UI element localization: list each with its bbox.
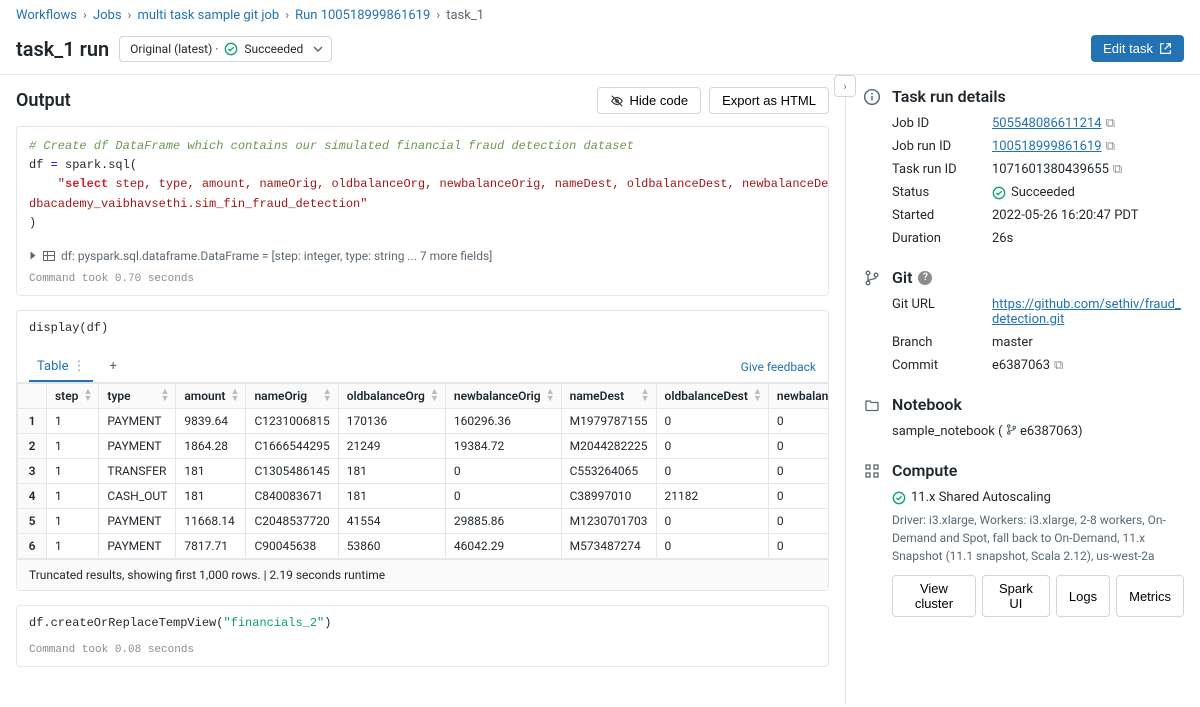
spark-ui-button[interactable]: Spark UI: [982, 575, 1050, 617]
command-time: Command took 0.70 seconds: [17, 269, 828, 295]
truncated-note: Truncated results, showing first 1,000 r…: [17, 559, 828, 590]
column-header[interactable]: nameDest▲▼: [561, 383, 656, 408]
column-header[interactable]: amount▲▼: [176, 383, 246, 408]
started-value: 2022-05-26 16:20:47 PDT: [992, 208, 1184, 223]
column-header[interactable]: type▲▼: [99, 383, 176, 408]
breadcrumb-link[interactable]: Jobs: [93, 8, 122, 23]
git-url-link[interactable]: https://github.com/sethiv/fraud_detectio…: [992, 297, 1181, 327]
git-branch-icon: [862, 270, 882, 286]
code-block: display(df): [17, 311, 828, 345]
version-status: Succeeded: [244, 42, 303, 56]
external-link-icon: [1159, 42, 1172, 55]
table-row[interactable]: 51PAYMENT11668.14C20485377204155429885.8…: [18, 508, 829, 533]
table-row[interactable]: 31TRANSFER181C13054861451810C55326406500: [18, 458, 829, 483]
help-icon[interactable]: ?: [918, 271, 932, 285]
success-icon: [892, 491, 906, 505]
command-time: Command took 0.08 seconds: [17, 640, 828, 666]
copy-icon[interactable]: ⧉: [1106, 139, 1115, 154]
notebook-cell: df.createOrReplaceTempView("financials_2…: [16, 605, 829, 667]
column-header[interactable]: oldbalanceOrg▲▼: [338, 383, 445, 408]
copy-icon[interactable]: ⧉: [1054, 358, 1063, 373]
tab-add[interactable]: +: [101, 353, 124, 382]
details-panel: › Task run details Job ID505548086611214…: [845, 75, 1200, 705]
eye-off-icon: [610, 94, 624, 108]
notebook-cell: # Create df DataFrame which contains our…: [16, 126, 829, 296]
metrics-button[interactable]: Metrics: [1116, 575, 1184, 617]
section-title: Task run details: [892, 87, 1006, 106]
table-row[interactable]: 21PAYMENT1864.28C16665442952124919384.72…: [18, 433, 829, 458]
section-title: Git?: [892, 268, 932, 287]
duration-value: 26s: [992, 231, 1184, 246]
breadcrumb-link[interactable]: Run 100518999861619: [295, 8, 430, 23]
cluster-name: 11.x Shared Autoscaling: [862, 490, 1051, 505]
breadcrumb: Workflows› Jobs› multi task sample git j…: [0, 0, 1200, 31]
notebook-name: sample_notebook ( e6387063): [862, 424, 1184, 439]
column-header[interactable]: [18, 383, 47, 408]
page-header: task_1 run Original (latest) · Succeeded…: [0, 31, 1200, 74]
output-title: Output: [16, 90, 71, 111]
status-value: Succeeded: [992, 185, 1184, 200]
git-branch-icon: [1006, 424, 1017, 435]
section-title: Compute: [892, 461, 957, 480]
info-icon: [862, 88, 882, 106]
hide-code-button[interactable]: Hide code: [597, 87, 702, 114]
copy-icon[interactable]: ⧉: [1106, 116, 1115, 131]
git-commit: e6387063⧉: [992, 358, 1184, 373]
column-header[interactable]: step▲▼: [47, 383, 99, 408]
success-icon: [224, 42, 238, 56]
code-block: df.createOrReplaceTempView("financials_2…: [17, 606, 828, 640]
folder-icon: [862, 397, 882, 413]
table-row[interactable]: 11PAYMENT9839.64C1231006815170136160296.…: [18, 408, 829, 433]
breadcrumb-link[interactable]: multi task sample git job: [137, 8, 279, 23]
compute-icon: [862, 463, 882, 479]
logs-button[interactable]: Logs: [1056, 575, 1110, 617]
edit-task-button[interactable]: Edit task: [1091, 35, 1184, 62]
collapse-panel-button[interactable]: ›: [834, 75, 856, 97]
table-row[interactable]: 61PAYMENT7817.71C900456385386046042.29M5…: [18, 533, 829, 558]
page-title: task_1 run: [16, 37, 109, 61]
result-table: step▲▼type▲▼amount▲▼nameOrig▲▼oldbalance…: [17, 383, 828, 559]
column-header[interactable]: oldbalanceDest▲▼: [656, 383, 768, 408]
job-id-link[interactable]: 505548086611214: [992, 116, 1102, 131]
export-html-button[interactable]: Export as HTML: [709, 87, 829, 114]
table-icon: [43, 251, 55, 261]
task-run-id: 1071601380439655⧉: [992, 162, 1184, 177]
code-block: # Create df DataFrame which contains our…: [17, 127, 828, 243]
column-header[interactable]: nameOrig▲▼: [246, 383, 338, 408]
version-dropdown[interactable]: Original (latest) · Succeeded: [119, 36, 332, 62]
column-header[interactable]: newbalanceDe▲▼: [768, 383, 828, 408]
give-feedback-link[interactable]: Give feedback: [741, 360, 816, 374]
version-label: Original (latest) ·: [130, 42, 218, 56]
view-cluster-button[interactable]: View cluster: [892, 575, 976, 617]
chevron-down-icon: [313, 46, 323, 52]
main-content: Output Hide code Export as HTML # Create…: [0, 75, 845, 705]
table-row[interactable]: 41CASH_OUT181C8400836711810C389970102118…: [18, 483, 829, 508]
tab-table[interactable]: Table⋮: [29, 353, 93, 382]
job-run-id-link[interactable]: 100518999861619: [992, 139, 1102, 154]
cluster-desc: Driver: i3.xlarge, Workers: i3.xlarge, 2…: [862, 511, 1184, 565]
success-icon: [992, 186, 1006, 200]
dataframe-schema[interactable]: df: pyspark.sql.dataframe.DataFrame = [s…: [17, 243, 828, 269]
expand-caret-icon: [31, 252, 36, 260]
column-header[interactable]: newbalanceOrig▲▼: [445, 383, 561, 408]
section-title: Notebook: [892, 395, 962, 414]
copy-icon[interactable]: ⧉: [1113, 162, 1122, 177]
git-branch: master: [992, 335, 1184, 350]
breadcrumb-current: task_1: [446, 8, 484, 23]
notebook-cell: display(df) Table⋮ + Give feedback step▲…: [16, 310, 829, 591]
breadcrumb-link[interactable]: Workflows: [16, 8, 77, 23]
